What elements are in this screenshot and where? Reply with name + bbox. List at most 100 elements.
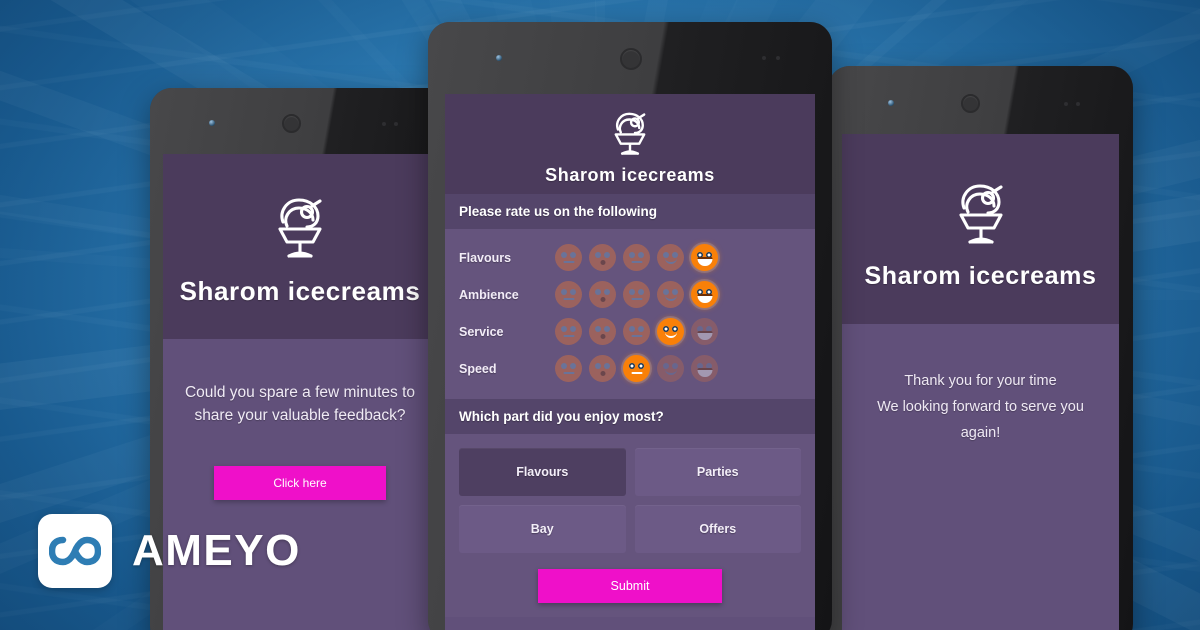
sensor-icon	[382, 122, 386, 126]
feedback-form-screen: Sharom icecreams Please rate us on the f…	[445, 94, 815, 630]
rating-face-4[interactable]	[657, 244, 684, 271]
face-eye	[604, 289, 610, 295]
face-eye	[595, 289, 601, 295]
face-mouth	[563, 335, 574, 337]
rating-face-3[interactable]	[623, 318, 650, 345]
rating-row-label: Ambience	[459, 287, 519, 302]
face-mouth	[600, 334, 605, 339]
front-camera-icon	[209, 120, 215, 126]
rating-face-5[interactable]	[691, 281, 718, 308]
phone-right-screen: Sharom icecreams Thank you for your time…	[842, 134, 1119, 630]
rating-scale	[555, 355, 718, 382]
rating-face-2[interactable]	[589, 318, 616, 345]
rating-face-5[interactable]	[691, 244, 718, 271]
sensor-icon	[762, 56, 766, 60]
phone-center-screen: Sharom icecreams Please rate us on the f…	[445, 94, 815, 630]
ice-cream-sundae-icon	[608, 108, 652, 158]
click-here-button[interactable]: Click here	[214, 465, 386, 500]
rate-section-title: Please rate us on the following	[445, 194, 815, 229]
face-mouth	[697, 294, 712, 303]
rating-face-2[interactable]	[589, 355, 616, 382]
face-eye	[595, 363, 601, 369]
face-mouth	[697, 257, 712, 266]
front-camera-icon	[888, 100, 894, 106]
rating-face-5[interactable]	[691, 318, 718, 345]
rating-face-1[interactable]	[555, 244, 582, 271]
sensor-icon	[1064, 102, 1068, 106]
ice-cream-sundae-icon	[269, 192, 331, 262]
rating-face-4[interactable]	[657, 318, 684, 345]
face-eye	[570, 326, 576, 332]
face-eye	[638, 363, 644, 369]
face-eye	[561, 252, 567, 258]
rating-face-4[interactable]	[657, 355, 684, 382]
face-mouth	[631, 372, 642, 374]
enjoy-option-offers[interactable]: Offers	[634, 505, 801, 553]
face-eye	[629, 363, 635, 369]
rating-face-3[interactable]	[623, 244, 650, 271]
sensor-icon	[1076, 102, 1080, 106]
phone-center: Sharom icecreams Please rate us on the f…	[428, 22, 832, 630]
enjoy-section-title: Which part did you enjoy most?	[445, 399, 815, 434]
face-mouth	[563, 298, 574, 300]
rating-face-1[interactable]	[555, 355, 582, 382]
face-mouth	[600, 260, 605, 265]
rating-row-label: Service	[459, 324, 504, 339]
app-logo-text: Sharom icecreams	[179, 276, 421, 306]
thank-you-line-2: We looking forward to serve you again!	[877, 399, 1084, 442]
rating-row: Flavours	[445, 239, 815, 276]
front-camera-icon	[496, 55, 502, 61]
face-eye	[561, 326, 567, 332]
face-mouth	[631, 261, 642, 263]
enjoy-option-flavours[interactable]: Flavours	[459, 448, 626, 496]
app-logo-text: Sharom icecreams	[545, 165, 715, 185]
rating-face-1[interactable]	[555, 281, 582, 308]
ameyo-wordmark: AMEYO	[132, 526, 301, 575]
app-header-center: Sharom icecreams	[445, 94, 815, 194]
sensor-icon	[776, 56, 780, 60]
face-eye	[638, 289, 644, 295]
enjoy-option-bay[interactable]: Bay	[459, 505, 626, 553]
face-eye	[629, 252, 635, 258]
rating-face-5[interactable]	[691, 355, 718, 382]
rating-row: Service	[445, 313, 815, 350]
face-mouth	[631, 298, 642, 300]
face-eye	[595, 326, 601, 332]
rating-face-1[interactable]	[555, 318, 582, 345]
face-eye	[595, 252, 601, 258]
rating-face-3[interactable]	[623, 355, 650, 382]
rating-face-3[interactable]	[623, 281, 650, 308]
face-eye	[638, 326, 644, 332]
face-eye	[561, 289, 567, 295]
sensor-icon	[394, 122, 398, 126]
thank-you-line-1: Thank you for your time	[904, 373, 1057, 389]
enjoy-option-parties[interactable]: Parties	[634, 448, 801, 496]
submit-row: Submit	[445, 563, 815, 617]
rating-face-4[interactable]	[657, 281, 684, 308]
rating-row-label: Flavours	[459, 250, 512, 265]
rating-row: Ambience	[445, 276, 815, 313]
face-eye	[570, 252, 576, 258]
welcome-prompt: Could you spare a few minutes to share y…	[184, 384, 416, 425]
rating-face-2[interactable]	[589, 244, 616, 271]
app-logo-text: Sharom icecreams	[864, 261, 1097, 290]
face-eye	[570, 289, 576, 295]
face-mouth	[563, 372, 574, 374]
rating-scale	[555, 244, 718, 271]
face-eye	[604, 326, 610, 332]
earpiece-icon	[961, 94, 980, 113]
rating-face-2[interactable]	[589, 281, 616, 308]
face-mouth	[664, 369, 677, 375]
face-mouth	[664, 332, 677, 338]
earpiece-icon	[620, 48, 642, 70]
face-eye	[629, 326, 635, 332]
face-mouth	[631, 335, 642, 337]
face-eye	[638, 252, 644, 258]
thank-you-body: Thank you for your time We looking forwa…	[842, 324, 1119, 630]
submit-button[interactable]: Submit	[538, 569, 722, 603]
face-eye	[570, 363, 576, 369]
face-mouth	[563, 261, 574, 263]
face-mouth	[600, 297, 605, 302]
rating-list: Flavours Ambience Service Speed	[445, 229, 815, 399]
face-mouth	[664, 258, 677, 264]
